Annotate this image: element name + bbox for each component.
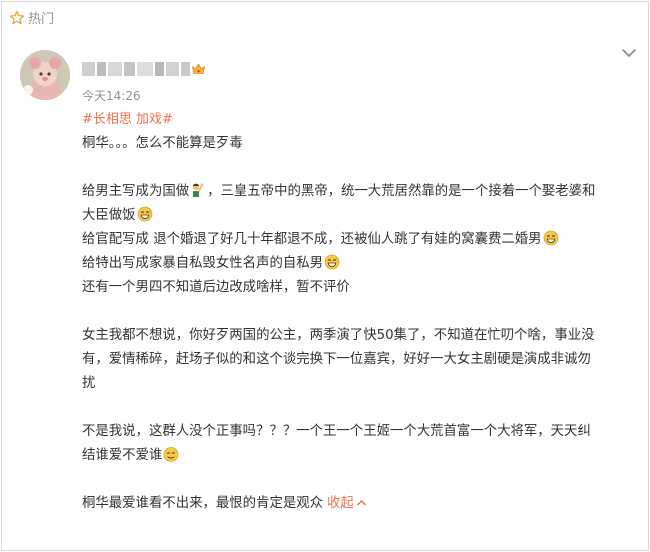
sweat-smile-emoji-icon (163, 446, 179, 462)
post-time[interactable]: 今天14:26 (82, 87, 141, 104)
hot-label: 热门 (9, 8, 54, 27)
username-blurred[interactable] (82, 62, 190, 76)
content-line: 桐华。。。怎么不能算是歹毒 (82, 132, 647, 156)
man-raising-hand-emoji-icon (190, 182, 206, 198)
grin-sweat-emoji-icon (543, 230, 559, 246)
content-line-text: 给特出写成家暴自私毁女性名声的自私男 (82, 256, 324, 271)
chevron-up-icon (357, 500, 366, 506)
content-line-text: 桐华。。。怎么不能算是歹毒 (82, 136, 243, 151)
content-line-text: 给男主写成为国做 (82, 184, 190, 199)
topic-link[interactable]: #长相思 加戏# (82, 108, 173, 127)
content-line: 还有一个男四不知道后边改成啥样，暂不评价 (82, 276, 647, 300)
content-line: 不是我说，这群人没个正事吗？？？一个王一个王姬一个大荒首富一个大将军，天天纠 (82, 420, 647, 444)
grin-sweat-emoji-icon (324, 254, 340, 270)
content-line: 大臣做饭 (82, 204, 647, 228)
avatar[interactable] (20, 50, 70, 100)
content-line-text: 大臣做饭 (82, 208, 136, 223)
content-line-text: 有，爱情稀碎，赶场子似的和这个谈完换下一位嘉宾，好好一大女主剧硬是演成非诚勿 (82, 352, 591, 367)
content-line: 桐华最爱谁看不出来，最恨的肯定是观众 收起 (82, 492, 647, 516)
content-line-text: 女主我都不想说，你好歹两国的公主，两季演了快50集了，不知道在忙叨个啥，事业没 (82, 328, 595, 343)
content-line-text: 给官配写成 退个婚退了好几十年都退不成，还被仙人跳了有娃的窝囊费二婚男 (82, 232, 542, 247)
content-line-text: 扰 (82, 376, 96, 391)
content-line: 女主我都不想说，你好歹两国的公主，两季演了快50集了，不知道在忙叨个啥，事业没 (82, 324, 647, 348)
grin-sweat-emoji-icon (137, 206, 153, 222)
content-line: 给男主写成为国做 ，三皇五帝中的黑帝，统一大荒居然靠的是一个接着一个娶老婆和 (82, 180, 647, 204)
post-content: 桐华。。。怎么不能算是歹毒 给男主写成为国做 ，三皇五帝中的黑帝，统一大荒居然靠的是… (82, 132, 647, 516)
content-line-text: 桐华最爱谁看不出来，最恨的肯定是观众 (82, 496, 324, 511)
chevron-down-icon[interactable] (622, 48, 636, 58)
post-card: 热门 今天14:26 #长相思 加戏# 桐华。。。怎么不能算是歹毒给男主写成为国… (1, 1, 649, 551)
content-line: 扰 (82, 372, 647, 396)
avatar-image (20, 50, 70, 100)
content-line: 给特出写成家暴自私毁女性名声的自私男 (82, 252, 647, 276)
hot-label-text: 热门 (28, 12, 55, 27)
content-line: 有，爱情稀碎，赶场子似的和这个谈完换下一位嘉宾，好好一大女主剧硬是演成非诚勿 (82, 348, 647, 372)
collapse-button[interactable]: 收起 (327, 496, 366, 511)
content-line: 结谁爱不爱谁 (82, 444, 647, 468)
star-outline-icon (9, 10, 25, 24)
content-line-tail: ，三皇五帝中的黑帝，统一大荒居然靠的是一个接着一个娶老婆和 (207, 184, 596, 199)
content-line-text: 结谁爱不爱谁 (82, 448, 163, 463)
content-line-text: 还有一个男四不知道后边改成啥样，暂不评价 (82, 280, 350, 295)
content-line-text: 不是我说，这群人没个正事吗？？？一个王一个王姬一个大荒首富一个大将军，天天纠 (82, 424, 591, 439)
collapse-label: 收起 (327, 496, 354, 511)
content-line: 给官配写成 退个婚退了好几十年都退不成，还被仙人跳了有娃的窝囊费二婚男 (82, 228, 647, 252)
crown-vip-icon (192, 63, 205, 74)
